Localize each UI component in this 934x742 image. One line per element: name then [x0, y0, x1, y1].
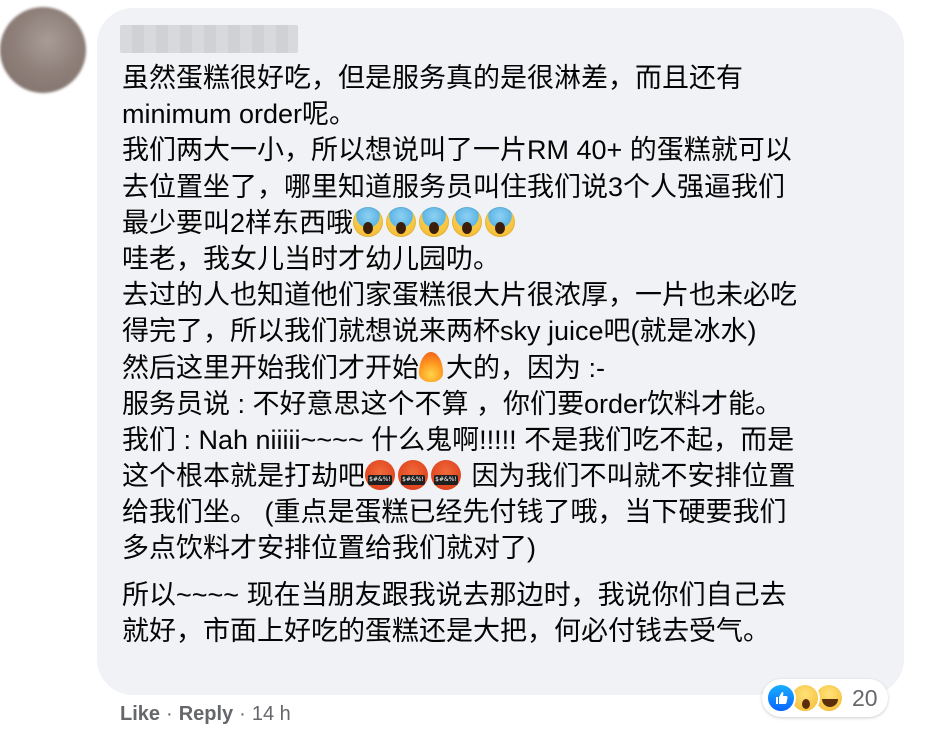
cursing-emoji-icon: [365, 460, 395, 491]
author-name-redacted[interactable]: [120, 25, 298, 53]
like-button[interactable]: Like: [120, 703, 160, 725]
comment-text: 这个根本就是打劫吧: [122, 461, 365, 492]
comment-line: 虽然蛋糕很好吃，但是服务真的是很淋差，而且还有: [122, 63, 743, 93]
comment-text: 最少要叫2样东西哦: [122, 207, 354, 238]
scream-emoji-icon: [353, 206, 384, 237]
cursing-emoji-icon: [398, 460, 428, 491]
comment-line: 去过的人也知道他们家蛋糕很大片很浓厚，一片也未必吃: [122, 280, 797, 311]
comment-line: 得完了，所以我们就想说来两杯sky juice吧(就是冰水): [122, 316, 757, 347]
comment-line: 然后这里开始我们才开始 大的，因为 :-: [122, 350, 882, 386]
comment-line: 给我们坐。 (重点是蛋糕已经先付钱了哦，当下硬要我们: [122, 497, 787, 528]
comment-line: 这个根本就是打劫吧 因为我们不叫就不安排位置: [122, 458, 882, 494]
comment-line: 我们两大一小，所以想说叫了一片RM 40+ 的蛋糕就可以: [122, 135, 792, 166]
comment-text: 大的，因为 :-: [446, 352, 605, 383]
comment-body: 虽然蛋糕很好吃，但是服务真的是很淋差，而且还有 minimum order呢。 …: [122, 60, 882, 649]
comment-line: minimum order呢。: [122, 99, 357, 130]
comment-actions: Like · Reply · 14 h: [120, 700, 291, 728]
comment-line: 去位置坐了，哪里知道服务员叫住我们说3个人强逼我们: [122, 171, 786, 202]
comment-line: 哇老，我女儿当时才幼儿园叻。: [122, 243, 500, 274]
scream-emoji-icon: [386, 206, 417, 237]
scream-emoji-icon: [419, 206, 450, 237]
comment-line: 服务员说 : 不好意思这个不算 ，你们要order饮料才能。: [122, 388, 783, 419]
fire-emoji-icon: [419, 351, 443, 382]
reaction-count: 20: [852, 684, 878, 711]
thumbs-up-icon: [776, 692, 788, 704]
comment-timestamp[interactable]: 14 h: [252, 703, 291, 725]
separator-dot: ·: [239, 703, 246, 725]
comment-line: 所以~~~~ 现在当朋友跟我说去那边时，我说你们自己去: [122, 579, 787, 610]
comment-line: 我们 : Nah niiiii~~~~ 什么鬼啊!!!!! 不是我们吃不起，而是: [122, 424, 795, 455]
comment-line: 多点饮料才安排位置给我们就对了): [122, 533, 536, 564]
avatar[interactable]: [0, 7, 86, 93]
like-icon: [766, 683, 796, 713]
reactions-summary[interactable]: 20: [762, 679, 888, 717]
separator-dot: ·: [166, 703, 173, 725]
cursing-emoji-icon: [431, 460, 461, 491]
scream-emoji-icon: [452, 206, 483, 237]
scream-emoji-icon: [485, 206, 516, 237]
comment-text: 因为我们不叫就不安排位置: [471, 461, 796, 492]
reply-button[interactable]: Reply: [179, 703, 233, 725]
comment-text: 然后这里开始我们才开始: [122, 352, 419, 383]
comment-line: 最少要叫2样东西哦: [122, 205, 882, 241]
comment-line: 就好，市面上好吃的蛋糕还是大把，何必付钱去受气。: [122, 615, 770, 646]
